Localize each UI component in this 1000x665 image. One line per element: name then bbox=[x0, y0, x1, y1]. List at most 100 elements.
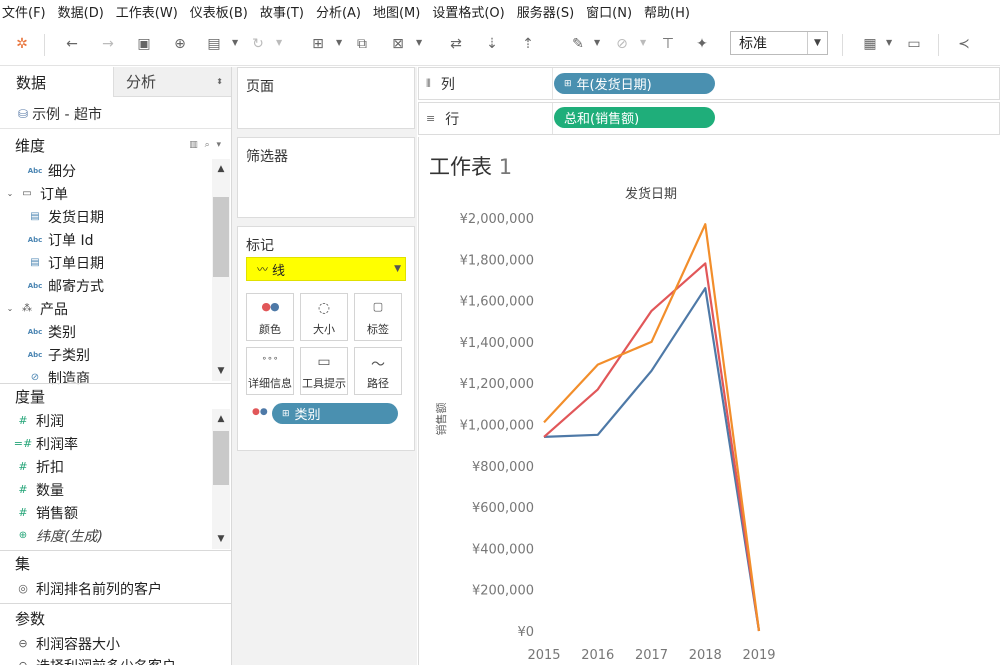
measure-field[interactable]: # 数量 bbox=[0, 478, 210, 501]
swap-icon[interactable]: ⇄ bbox=[446, 34, 466, 54]
menu-item[interactable]: 地图(M) bbox=[373, 2, 420, 21]
show-cards-icon[interactable]: ▦ bbox=[860, 34, 880, 54]
worksheet-view[interactable]: 工作表 1 发货日期 销售额 ¥0 ¥200,000 ¥400,000 ¥600,00… bbox=[418, 137, 1000, 665]
parameter-field[interactable]: ⊖选择利润前多少名客户 bbox=[0, 654, 210, 665]
menu-item[interactable]: 设置格式(O) bbox=[432, 2, 504, 21]
color-button[interactable]: ●● 颜色 bbox=[246, 293, 294, 341]
set-field[interactable]: ◎ 利润排名前列的客户 bbox=[0, 577, 210, 600]
tooltip-button[interactable]: ▭ 工具提示 bbox=[300, 347, 348, 395]
duplicate-icon[interactable]: ⧉ bbox=[352, 34, 372, 54]
presentation-mode-icon[interactable]: ▭ bbox=[904, 34, 924, 54]
measure-field[interactable]: ⊕ 纬度(生成) bbox=[0, 524, 210, 547]
columns-shelf[interactable]: ⦀ 列 ⊞ 年(发货日期) bbox=[418, 67, 1000, 100]
series-line[interactable] bbox=[543, 262, 761, 632]
menu-item[interactable]: 窗口(N) bbox=[586, 2, 632, 21]
parameter-field[interactable]: ⊖ 利润容器大小 bbox=[0, 632, 210, 655]
menu-item[interactable]: 故事(T) bbox=[260, 2, 304, 21]
measure-field[interactable]: # 利润 bbox=[0, 409, 210, 432]
sales-line-chart[interactable]: 发货日期 销售额 ¥0 ¥200,000 ¥400,000 ¥600,000 ¥800,… bbox=[419, 137, 999, 665]
chevron-down-icon[interactable]: ▼ bbox=[416, 38, 422, 47]
rows-pill[interactable]: 总和(销售额) bbox=[554, 107, 715, 128]
refresh-icon[interactable]: ↻ bbox=[248, 34, 268, 54]
x-tick-label: 2019 bbox=[742, 648, 775, 663]
sets-header: 集 bbox=[0, 551, 231, 575]
measures-title: 度量 bbox=[15, 387, 46, 406]
redo-icon[interactable]: → bbox=[98, 34, 118, 54]
chevron-down-icon[interactable]: ▼ bbox=[640, 38, 646, 47]
undo-icon[interactable]: ← bbox=[62, 34, 82, 54]
tab-analysis-label: 分析 bbox=[126, 73, 157, 91]
clear-sheet-icon[interactable]: ⊠ bbox=[388, 34, 408, 54]
measure-field[interactable]: # 销售额 bbox=[0, 501, 210, 524]
highlight-icon[interactable]: ✎ bbox=[568, 34, 588, 54]
chevron-up-icon[interactable]: ▲ bbox=[212, 411, 230, 427]
path-button[interactable]: 〜 路径 bbox=[354, 347, 402, 395]
measures-scrollbar[interactable]: ▲ ▼ bbox=[212, 409, 230, 549]
pin-axes-icon[interactable]: ✦ bbox=[692, 34, 712, 54]
pages-card[interactable]: 页面 bbox=[237, 67, 415, 129]
color-field-pill-label: 类别 bbox=[294, 408, 321, 423]
filters-card[interactable]: 筛选器 bbox=[237, 137, 415, 218]
menu-item[interactable]: 工作表(W) bbox=[116, 2, 178, 21]
size-button-label: 大小 bbox=[313, 323, 335, 336]
hierarchy-icon: ⁂ bbox=[22, 303, 32, 314]
pause-updates-icon[interactable]: ▤ bbox=[204, 34, 224, 54]
tab-data[interactable]: 数据 bbox=[0, 67, 113, 97]
dimensions-title: 维度 bbox=[15, 136, 46, 155]
menu-item[interactable]: 数据(D) bbox=[58, 2, 104, 21]
scrollbar-thumb[interactable] bbox=[213, 197, 229, 277]
chevron-down-icon[interactable]: ▼ bbox=[232, 38, 238, 47]
scrollbar-thumb[interactable] bbox=[213, 431, 229, 485]
dimension-field[interactable]: ⌄ ⁂ 产品 bbox=[0, 297, 210, 320]
fit-select[interactable]: 标准 ▼ bbox=[730, 31, 828, 55]
detail-button[interactable]: ∘∘∘ 详细信息 bbox=[246, 347, 294, 395]
sort-ascending-icon[interactable]: ⇣ bbox=[482, 34, 502, 54]
dimension-field[interactable]: Abc 类别 bbox=[0, 320, 210, 343]
y-tick-label: ¥400,000 bbox=[472, 542, 534, 557]
chevron-down-icon[interactable]: ▼ bbox=[212, 363, 230, 379]
search-icon[interactable]: ▥ ⌕ ▾ bbox=[189, 140, 223, 150]
y-tick-label: ¥0 bbox=[517, 625, 534, 640]
chevron-down-icon[interactable]: ▼ bbox=[336, 38, 342, 47]
menu-item[interactable]: 仪表板(B) bbox=[190, 2, 248, 21]
chevron-down-icon[interactable]: ⌄ bbox=[4, 304, 16, 313]
dimension-field[interactable]: ▤ 发货日期 bbox=[0, 205, 210, 228]
dimension-field[interactable]: ▤ 订单日期 bbox=[0, 251, 210, 274]
measure-field[interactable]: =# 利润率 bbox=[0, 432, 210, 455]
mark-type-select[interactable]: 〰 线 ▼ bbox=[246, 257, 406, 281]
rows-shelf[interactable]: ≡ 行 总和(销售额) bbox=[418, 102, 1000, 135]
dimension-field[interactable]: Abc 细分 bbox=[0, 159, 210, 182]
menu-item[interactable]: 分析(A) bbox=[316, 2, 361, 21]
show-labels-icon[interactable]: ⊤ bbox=[658, 34, 678, 54]
toolbar-divider bbox=[938, 34, 939, 56]
dimension-field[interactable]: Abc 子类别 bbox=[0, 343, 210, 366]
new-worksheet-icon[interactable]: ⊞ bbox=[308, 34, 328, 54]
menu-item[interactable]: 文件(F) bbox=[2, 2, 46, 21]
new-datasource-icon[interactable]: ⊕ bbox=[170, 34, 190, 54]
chevron-down-icon[interactable]: ⌄ bbox=[4, 189, 16, 198]
sort-descending-icon[interactable]: ⇡ bbox=[518, 34, 538, 54]
y-axis-label: 销售额 bbox=[434, 403, 448, 436]
chevron-down-icon[interactable]: ▼ bbox=[594, 38, 600, 47]
dimensions-scrollbar[interactable]: ▲ ▼ bbox=[212, 159, 230, 381]
save-icon[interactable]: ▣ bbox=[134, 34, 154, 54]
tableau-logo-icon[interactable]: ✲ bbox=[12, 34, 32, 54]
menu-item[interactable]: 服务器(S) bbox=[517, 2, 574, 21]
size-button[interactable]: ◌ 大小 bbox=[300, 293, 348, 341]
dimension-field[interactable]: ⌄ ▭ 订单 bbox=[0, 182, 210, 205]
menu-item[interactable]: 帮助(H) bbox=[644, 2, 690, 21]
color-field-pill[interactable]: ⊞ 类别 bbox=[272, 403, 398, 424]
chevron-up-icon[interactable]: ▲ bbox=[212, 161, 230, 177]
columns-pill[interactable]: ⊞ 年(发货日期) bbox=[554, 73, 715, 94]
share-icon[interactable]: ≺ bbox=[954, 34, 974, 54]
group-icon[interactable]: ⊘ bbox=[612, 34, 632, 54]
dimension-field[interactable]: Abc 订单 Id bbox=[0, 228, 210, 251]
label-button[interactable]: ▢ 标签 bbox=[354, 293, 402, 341]
chevron-down-icon[interactable]: ▼ bbox=[886, 38, 892, 47]
measure-field[interactable]: # 折扣 bbox=[0, 455, 210, 478]
tab-analysis[interactable]: 分析 ⬍ bbox=[113, 67, 231, 97]
chevron-down-icon[interactable]: ▼ bbox=[276, 38, 282, 47]
dimension-field[interactable]: Abc 邮寄方式 bbox=[0, 274, 210, 297]
chevron-down-icon[interactable]: ▼ bbox=[212, 531, 230, 547]
datasource-item[interactable]: ⛁ 示例 - 超市 bbox=[0, 99, 231, 129]
